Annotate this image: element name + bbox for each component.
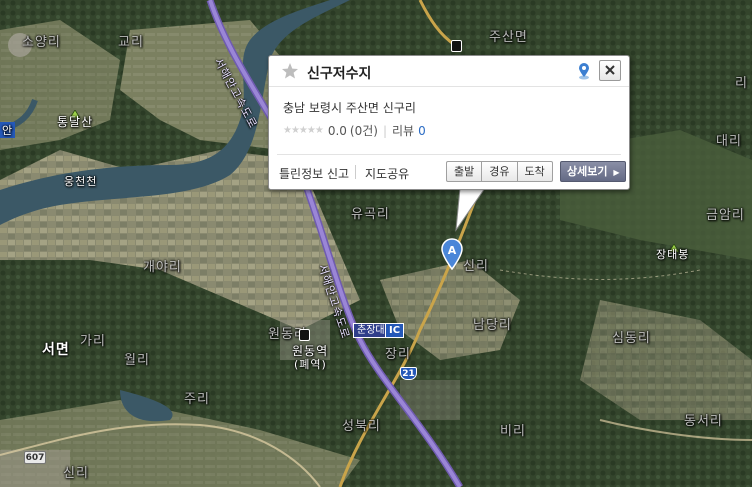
review-label: 리뷰 [392,124,415,138]
place-label-wolgok-ri: 월리 [124,353,150,368]
route-button-group: 출발 경유 도착 [446,161,553,182]
chevron-right-icon: ▶ [613,168,620,177]
detail-button-label: 상세보기 [567,165,608,178]
place-label-jangtaebong: 장태봉 [656,248,690,261]
rating-stars-icon: ★★★★★ [283,125,324,136]
place-label-an: 안 [0,122,16,138]
location-pin-icon[interactable] [576,62,592,80]
place-label-sinang-ri: 신리 [63,466,89,481]
place-label-ungcheoncheon: 웅천천 [64,175,98,188]
popup-tail [455,188,486,232]
place-label-dongseo-ri: 동서리 [684,414,723,429]
place-label-geumam-ri: 금암리 [706,208,745,223]
train-station-icon[interactable] [299,329,310,341]
footer-separator [355,165,356,179]
close-button[interactable] [599,60,621,81]
train-station-icon-top[interactable] [451,40,462,52]
share-map-link[interactable]: 지도공유 [365,165,409,182]
star-icon[interactable] [281,62,299,80]
route-21-shield: 21 [400,367,417,380]
location-marker-a[interactable]: A [440,238,464,271]
place-label-ju-ri: 주리 [184,392,210,407]
place-label-namdang-ri: 남당리 [473,318,512,333]
close-icon [605,65,615,75]
rating-value: 0.0 [327,123,347,138]
place-label-gyogol-ri: 교리 [118,35,144,50]
review-count-link[interactable]: 0 [418,124,426,138]
place-label-seongbuk-ri: 성북리 [342,419,381,434]
ic-badge: IC [385,323,405,338]
mountain-icon-jangtaebong [668,237,680,253]
rating-separator: | [382,123,388,138]
place-label-soyang-ri: 소양리 [22,35,61,50]
arrive-button[interactable]: 도착 [517,161,553,182]
mountain-icon [69,103,81,119]
rating-row: ★★★★★ 0.0 (0건) | 리뷰 0 [283,122,426,139]
place-label-bigeom-ri: 비리 [500,424,526,439]
rating-count: (0건) [349,124,378,138]
popup-address: 충남 보령시 주산면 신구리 [283,101,416,115]
marker-letter: A [448,244,457,257]
route-607-shield: 607 [24,451,46,464]
place-label-gapdo-ri: 가리 [80,334,106,349]
place-label-jangri: 장리 [385,347,411,362]
popup-header: 신구저수지 [269,56,629,87]
place-label-ri-right-top: 리 [735,76,748,91]
depart-button[interactable]: 출발 [446,161,483,182]
place-label-sinmyeong-ri: 신리 [463,259,489,274]
via-button[interactable]: 경유 [482,161,518,182]
popup-title: 신구저수지 [307,66,372,82]
popup-divider [277,154,621,155]
place-label-seomyeon: 서면 [42,342,70,358]
place-label-gaya-ri: 개야리 [143,260,182,275]
place-label-simdong-ri: 심동리 [612,331,651,346]
place-label-daeri: 대리 [716,134,742,149]
ic-name-badge[interactable]: 춘장대 [353,323,389,338]
report-error-link[interactable]: 틀린정보 신고 [279,165,349,182]
place-label-tongdalsan: 통달산 [57,115,94,129]
detail-view-button[interactable]: 상세보기 ▶ [560,161,627,182]
place-label-jusanmyeon: 주산면 [489,30,528,45]
station-sub-label: (폐역) [294,358,327,371]
place-info-popup: 신구저수지 충남 보령시 주산면 신구리 ★★★★★ 0.0 (0건) | 리뷰… [268,55,630,190]
place-label-yugok-ri: 유곡리 [351,207,390,222]
